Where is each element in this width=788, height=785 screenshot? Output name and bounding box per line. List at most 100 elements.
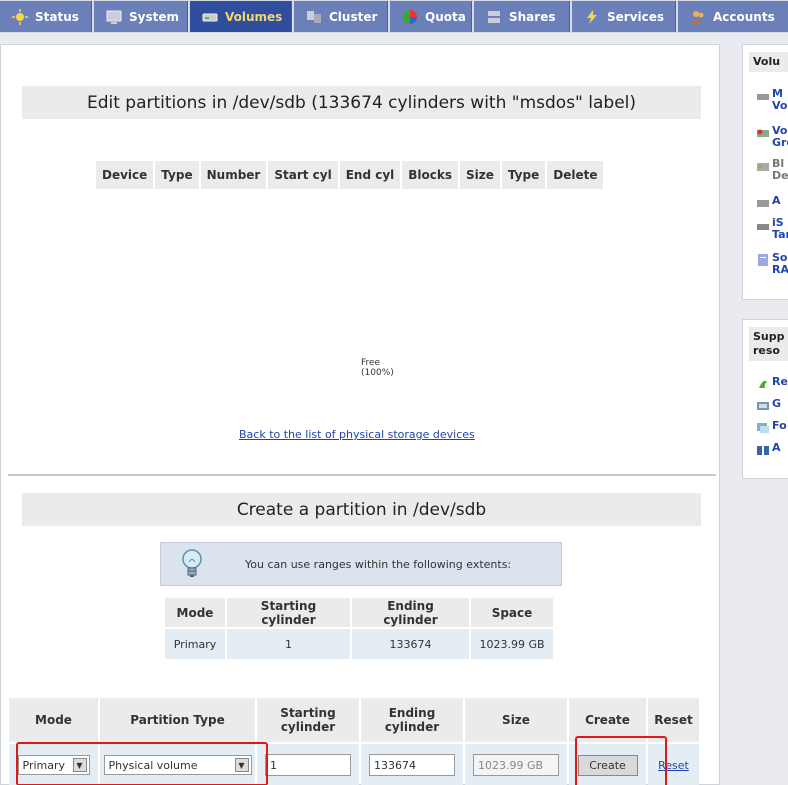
extents-info-box: You can use ranges within the following … [160,542,562,586]
partitions-table: Device Type Number Start cyl End cyl Blo… [94,159,605,191]
edit-partitions-heading: Edit partitions in /dev/sdb (133674 cyli… [22,86,701,119]
support-header-line: reso [753,344,780,357]
ext-col-end: Ending cylinder [352,598,469,627]
gecko-icon [759,380,767,388]
extents-table: Mode Starting cylinder Ending cylinder S… [163,596,555,661]
sidebar-item-software-raid[interactable]: SoRAID [757,252,788,276]
server-icon [486,9,502,25]
tab-accounts[interactable]: Accounts [678,1,788,32]
col-number: Number [200,161,267,189]
table-row: Primary 1 133674 1023.99 GB [165,629,553,659]
tab-cluster[interactable]: Cluster [294,1,388,32]
create-partition-heading: Create a partition in /dev/sdb [22,493,701,526]
section-divider [8,474,716,476]
disk-icon [757,94,769,100]
ending-cylinder-input[interactable]: 133674 [369,754,455,776]
sidebar-item-block-devices[interactable]: BlDevi [757,158,788,182]
sidebar-item-line: G [772,397,782,410]
volume-group-icon [757,129,769,137]
free-percent: (100%) [361,368,394,378]
tab-volumes[interactable]: Volumes [190,1,292,32]
users-icon [690,9,706,25]
form-col-size: Size [465,698,567,742]
col-delete: Delete [547,161,604,189]
ext-mode: Primary [165,629,225,659]
tab-label: Services [607,9,665,24]
sidebar-item-line: Targ [772,228,788,241]
free-label: Free [361,358,381,368]
cluster-icon [306,9,322,25]
form-col-partition-type: Partition Type [100,698,255,742]
tab-label: Status [35,9,79,24]
highlight-mode-type [16,742,268,785]
volumes-sidebar-header: Volu [749,52,788,72]
sidebar-item-volume-groups[interactable]: VoGrou [757,125,788,149]
col-start-cyl: Start cyl [268,161,338,189]
info-text: You can use ranges within the following … [245,557,512,571]
lightning-icon [584,9,600,25]
sidebar-item-drive[interactable]: A [757,195,781,209]
col-type: Type [155,161,199,189]
tab-services[interactable]: Services [572,1,676,32]
tab-label: Accounts [713,9,775,24]
raid-icon [758,254,768,266]
sidebar-item-line: Re [772,375,788,388]
sidebar-item-line: Grou [772,136,788,149]
ext-start: 1 [227,629,350,659]
sidebar-item-line: Devi [772,169,788,182]
ext-col-start: Starting cylinder [227,598,350,627]
starting-cylinder-input[interactable]: 1 [265,754,351,776]
lightbulb-icon [182,549,202,577]
guide-icon [757,402,769,410]
tab-shares[interactable]: Shares [474,1,570,32]
sidebar-item-line: Volu [772,99,788,112]
sidebar-item-iscsi-targets[interactable]: iSTarg [757,217,788,241]
tab-status[interactable]: Status [0,1,92,32]
main-panel: Edit partitions in /dev/sdb (133674 cyli… [0,44,720,785]
tab-quota[interactable]: Quota [390,1,472,32]
tab-label: Shares [509,9,556,24]
sidebar-item-line: RAID [772,263,788,276]
sidebar-item-line: A [772,441,781,454]
highlight-create [575,736,667,785]
sidebar-item-guide[interactable]: G [757,398,781,412]
tab-label: Cluster [329,9,378,24]
support-header-line: Supp [753,330,785,343]
support-sidebar: Supp reso Re G Fo A [742,319,788,479]
sidebar-item-about[interactable]: A [757,442,781,456]
disk-icon [202,9,218,25]
block-device-icon [757,163,769,171]
monitor-icon [106,9,122,25]
forum-icon [757,423,769,433]
pie-icon [402,9,418,25]
col-end-cyl: End cyl [339,161,401,189]
sidebar-item-line: A [772,194,781,207]
tab-system[interactable]: System [94,1,188,32]
free-space-label: Free (100%) [361,358,394,378]
sidebar-item-manage-volumes[interactable]: MVolu [757,88,788,112]
sidebar-item-line: Fo [772,419,787,432]
sidebar-item-release-notes[interactable]: Re [757,376,788,390]
tab-label: Quota [425,9,466,24]
sidebar-item-forum[interactable]: Fo [757,420,787,434]
col-size: Size [460,161,500,189]
volumes-sidebar: Volu MVolu VoGrou BlDevi A iSTarg SoRAID [742,44,788,300]
size-input[interactable]: 1023.99 GB [473,754,559,776]
iscsi-icon [757,224,769,230]
col-type-2: Type [501,161,546,189]
back-to-devices-link[interactable]: Back to the list of physical storage dev… [239,428,475,441]
book-icon [757,446,769,455]
ext-col-space: Space [471,598,553,627]
top-navigation: Status System Volumes Cluster Quota Shar… [0,0,788,33]
form-col-start: Starting cylinder [257,698,359,742]
drive-icon [757,200,769,207]
col-blocks: Blocks [402,161,459,189]
ext-col-mode: Mode [165,598,225,627]
ext-end: 133674 [352,629,469,659]
ext-space: 1023.99 GB [471,629,553,659]
support-sidebar-header: Supp reso [749,327,788,361]
form-col-end: Ending cylinder [361,698,463,742]
col-device: Device [96,161,154,189]
form-col-mode: Mode [9,698,98,742]
tab-label: System [129,9,179,24]
